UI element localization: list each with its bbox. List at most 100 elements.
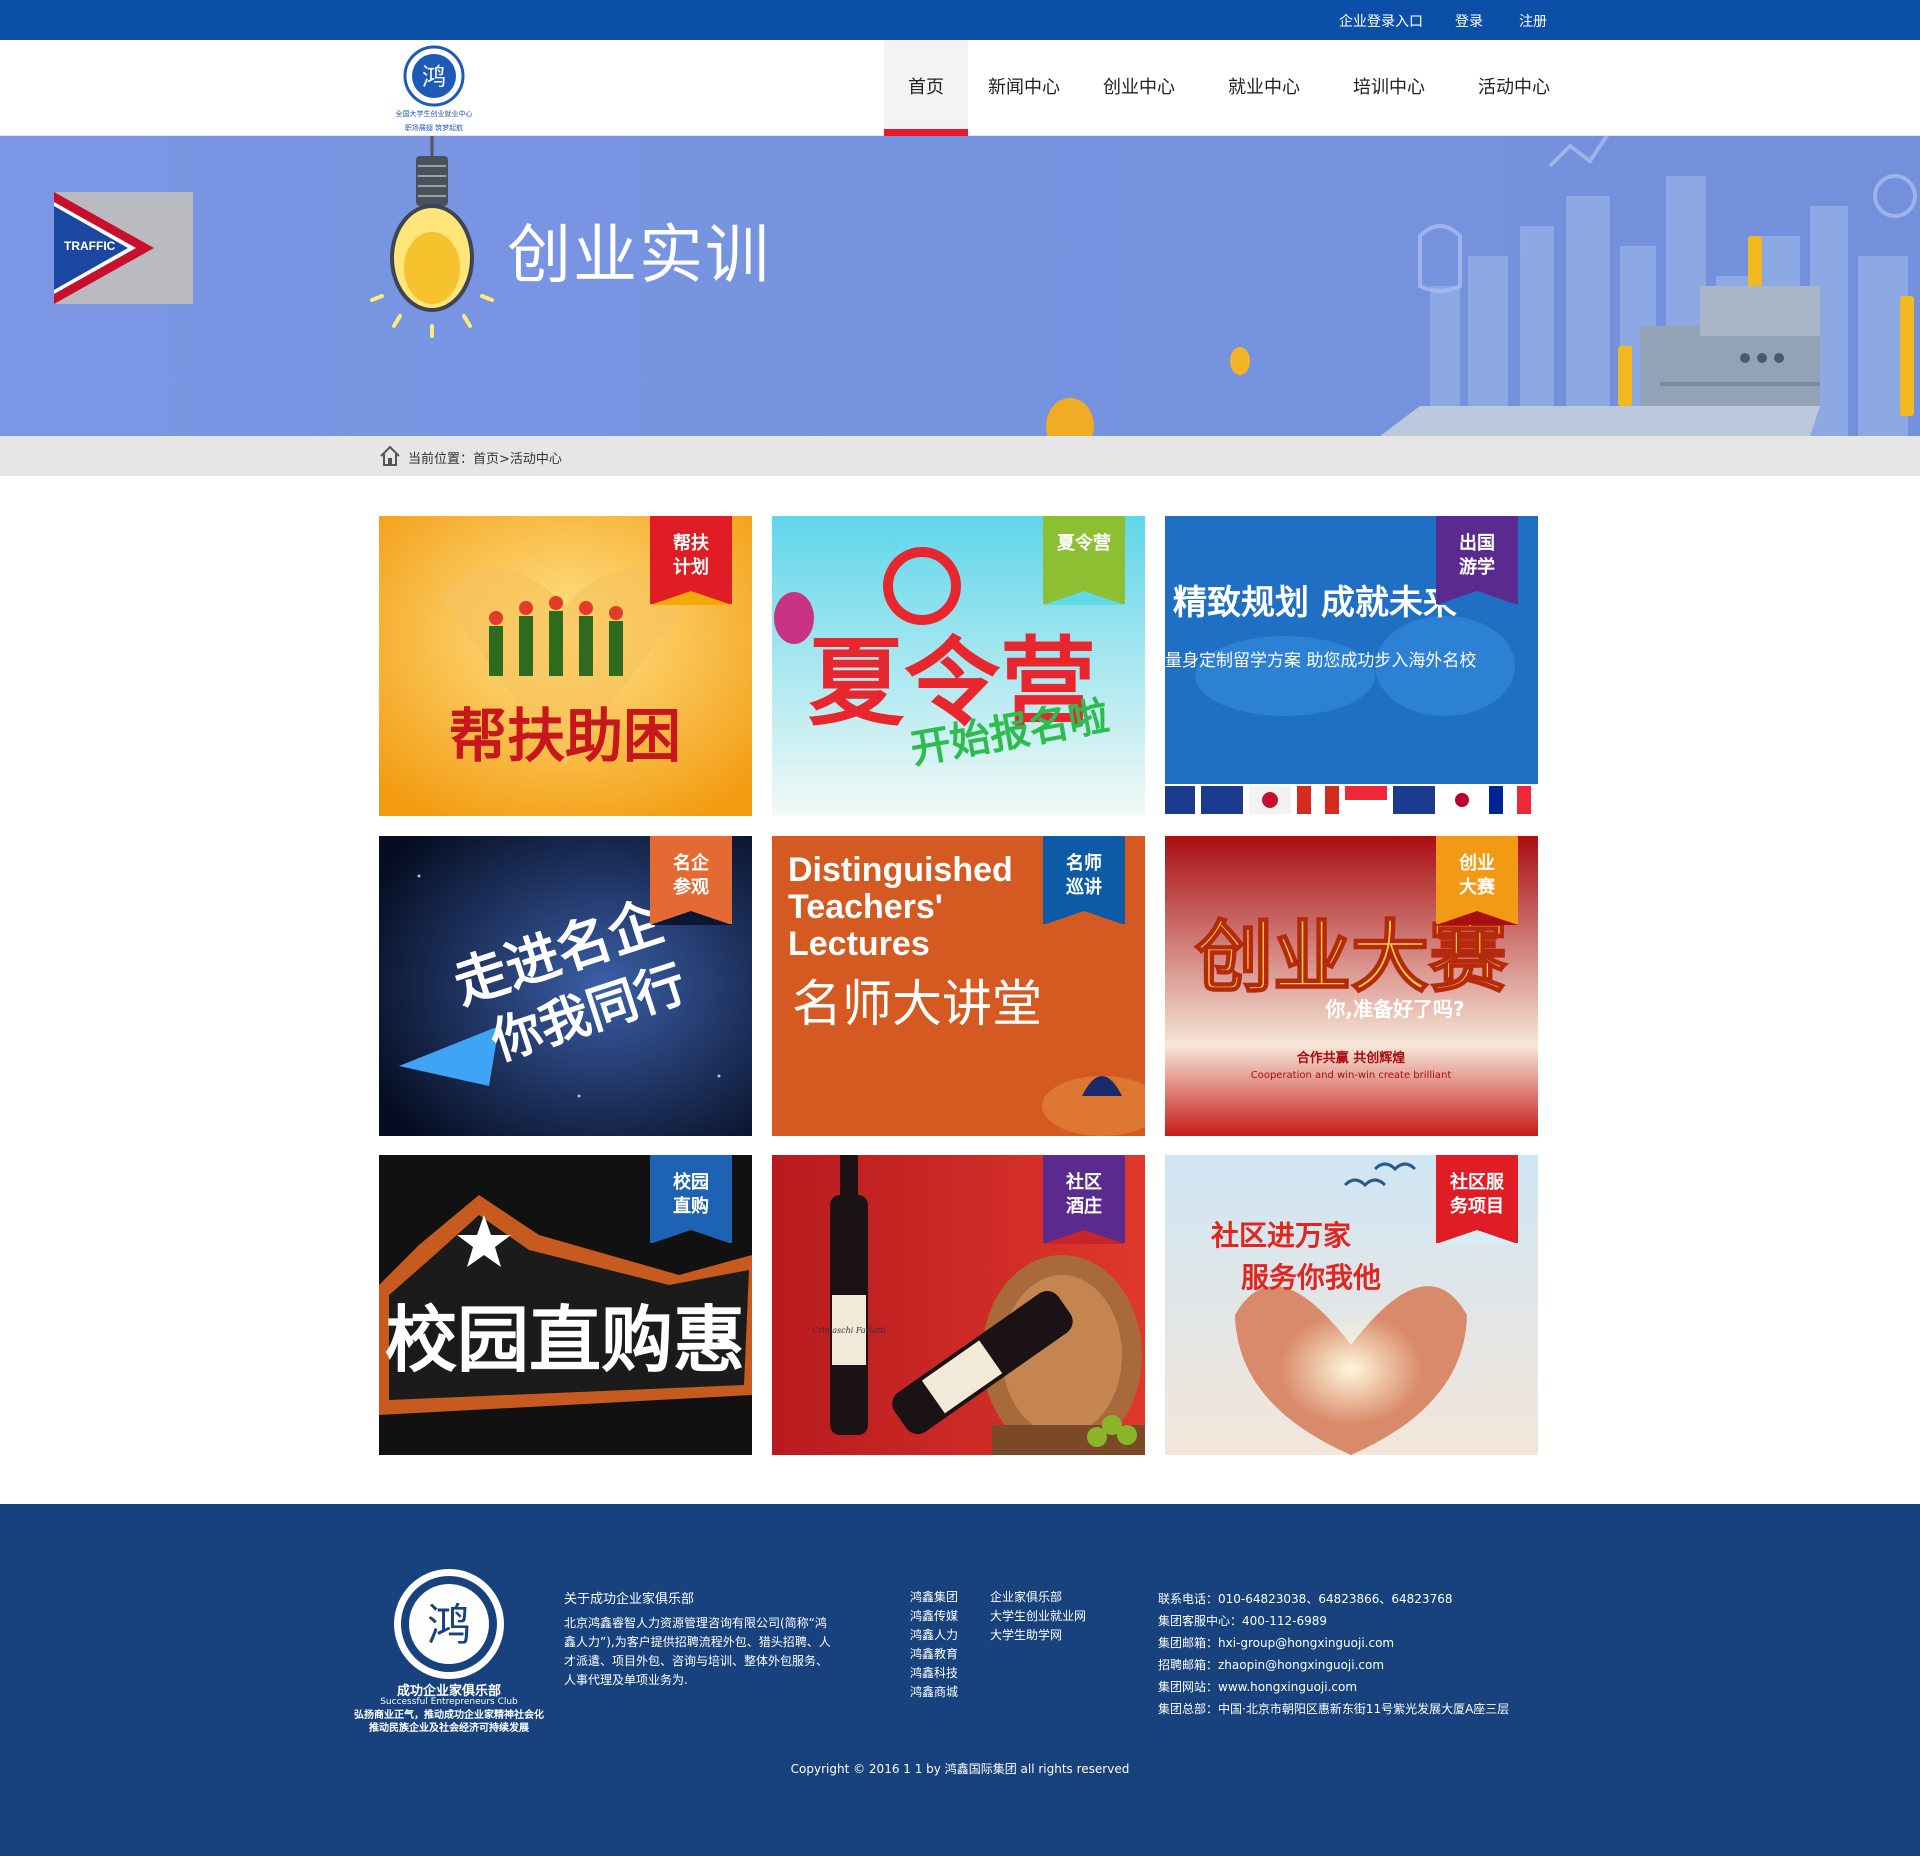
card-community-service[interactable]: 社区进万家 服务你我他 社区服 务项目: [1165, 1155, 1538, 1455]
card-community-service-tag: 社区服 务项目: [1436, 1155, 1518, 1244]
nav-training-label: 培训中心: [1353, 77, 1425, 98]
top-bar: 企业登录入口 登录 注册: [0, 0, 1920, 40]
card-study-abroad[interactable]: 精致规划 成就未来 量身定制留学方案 助您成功步入海外名校 出国 游学: [1165, 516, 1538, 816]
card-campus-purchase-art-text: 校园直购惠: [385, 1298, 745, 1382]
contact-line: 集团总部：中国·北京市朝阳区惠新东街11号紫光发展大厦A座三层: [1158, 1702, 1510, 1716]
card-startup-contest-art-line3: 合作共赢 共创辉煌: [1297, 1050, 1406, 1066]
card-campus-purchase[interactable]: 校园直购惠 校园 直购: [379, 1155, 752, 1455]
footer-link[interactable]: 企业家俱乐部: [990, 1588, 1086, 1607]
card-community-winery-art-text: Crimaschi Farlatti: [812, 1326, 886, 1335]
nav-training[interactable]: 培训中心: [1344, 40, 1434, 136]
contact-line: 集团邮箱：hxi-group@hongxinguoji.com: [1158, 1636, 1395, 1650]
card-company-visit-tag: 名企 参观: [650, 836, 732, 925]
card-tag-line: 社区服: [1450, 1172, 1504, 1193]
nav-news-label: 新闻中心: [988, 77, 1060, 98]
card-teacher-lecture[interactable]: Distinguished Teachers' Lectures 名师大讲堂 名…: [772, 836, 1145, 1136]
logo-slogan: 职场展翅 筑梦起航: [405, 123, 463, 132]
card-tag-line: 名企: [673, 853, 709, 874]
card-tag-line: 务项目: [1450, 1196, 1504, 1217]
about-text: 北京鸿鑫睿智人力资源管理咨询有限公司(简称“鸿鑫人力”),为客户提供招聘流程外包…: [564, 1616, 831, 1687]
footer-link[interactable]: 鸿鑫集团: [910, 1588, 958, 1607]
hero-banner: 创业实训 TRAFFIC: [0, 136, 1920, 436]
card-tag-line: 帮扶: [673, 533, 709, 554]
banner-title: 创业实训: [507, 219, 771, 293]
footer-link[interactable]: 鸿鑫教育: [910, 1645, 958, 1664]
breadcrumb-bar: 当前位置：首页>活动中心: [0, 436, 1920, 476]
nav-home[interactable]: 首页: [884, 40, 968, 136]
footer-link[interactable]: 鸿鑫人力: [910, 1626, 958, 1645]
footer-link[interactable]: 鸿鑫科技: [910, 1664, 958, 1683]
card-startup-contest-art-line4: Cooperation and win-win create brilliant: [1251, 1070, 1452, 1081]
card-assistance-art-text: 帮扶助困: [449, 702, 681, 770]
club-slogan: 弘扬商业正气，推动成功企业家精神社会化 推动民族企业及社会经济可持续发展: [352, 1709, 546, 1735]
card-company-visit[interactable]: 走进名企 你我同行 名企 参观: [379, 836, 752, 1136]
nav-employment-label: 就业中心: [1228, 77, 1300, 98]
footer-link[interactable]: 鸿鑫传媒: [910, 1607, 958, 1626]
card-tag-line: 酒庄: [1066, 1196, 1102, 1217]
footer-link[interactable]: 鸿鑫商城: [910, 1683, 958, 1702]
card-tag-line: 名师: [1066, 853, 1102, 874]
svg-text:鸿: 鸿: [422, 63, 446, 91]
nav-home-label: 首页: [908, 77, 944, 98]
site-footer: 鸿 成功企业家俱乐部 Successful Entrepreneurs Club…: [0, 1504, 1920, 1856]
nav-employment[interactable]: 就业中心: [1218, 40, 1310, 136]
login-link[interactable]: 登录: [1455, 11, 1483, 31]
group-links: 鸿鑫集团 鸿鑫传媒 鸿鑫人力 鸿鑫教育 鸿鑫科技 鸿鑫商城: [910, 1588, 958, 1702]
card-startup-contest[interactable]: 创业大赛 你,准备好了吗? 合作共赢 共创辉煌 Cooperation and …: [1165, 836, 1538, 1136]
card-study-abroad-art-subtext: 量身定制留学方案 助您成功步入海外名校: [1165, 651, 1476, 671]
nav-news[interactable]: 新闻中心: [978, 40, 1070, 136]
svg-text:鸿: 鸿: [427, 1600, 471, 1651]
traffic-label: TRAFFIC: [64, 239, 116, 253]
card-tag-line: 大赛: [1459, 877, 1495, 898]
card-tag-line: 游学: [1459, 557, 1495, 578]
traffic-image[interactable]: TRAFFIC: [54, 192, 193, 304]
footer-link[interactable]: 大学生助学网: [990, 1626, 1086, 1645]
card-summer-camp-tag: 夏令营: [1043, 516, 1125, 605]
card-community-winery[interactable]: Crimaschi Farlatti 社区 酒庄: [772, 1155, 1145, 1455]
logo-org-name: 全国大学生创业就业中心: [396, 109, 473, 118]
contact-line: 集团网站：www.hongxinguoji.com: [1158, 1680, 1358, 1694]
home-icon[interactable]: [378, 444, 402, 468]
card-community-service-art-text: 社区进万家: [1211, 1219, 1351, 1252]
card-tag-line: 夏令营: [1057, 533, 1111, 554]
card-study-abroad-art-text: 精致规划 成就未来: [1173, 583, 1457, 623]
card-startup-contest-tag: 创业 大赛: [1436, 836, 1518, 925]
nav-startup-label: 创业中心: [1103, 77, 1175, 98]
enterprise-login-link[interactable]: 企业登录入口: [1339, 11, 1423, 31]
site-header: 鸿 全国大学生创业就业中心 职场展翅 筑梦起航 首页 新闻中心 创业中心 就业中…: [0, 40, 1920, 136]
club-slogan-line: 推动民族企业及社会经济可持续发展: [369, 1723, 529, 1734]
card-teacher-lecture-art-subtext: 名师大讲堂: [792, 975, 1042, 1033]
club-slogan-line: 弘扬商业正气，推动成功企业家精神社会化: [354, 1710, 544, 1721]
card-tag-line: 巡讲: [1066, 877, 1102, 898]
card-tag-line: 出国: [1459, 533, 1495, 554]
card-tag-line: 直购: [673, 1196, 709, 1217]
nav-startup[interactable]: 创业中心: [1094, 40, 1184, 136]
copyright: Copyright © 2016 1 1 by 鸿鑫国际集团 all right…: [790, 1762, 1130, 1776]
site-logo[interactable]: 鸿 全国大学生创业就业中心 职场展翅 筑梦起航: [378, 44, 490, 136]
card-assistance-tag: 帮扶 计划: [650, 516, 732, 605]
contact-line: 联系电话：010-64823038、64823866、64823768: [1158, 1592, 1453, 1606]
nav-activities[interactable]: 活动中心: [1468, 40, 1560, 136]
card-assistance[interactable]: 帮扶助困 帮扶 计划: [379, 516, 752, 816]
card-community-service-art-subtext: 服务你我他: [1241, 1261, 1381, 1294]
about-title: 关于成功企业家俱乐部: [564, 1592, 695, 1607]
register-link[interactable]: 注册: [1519, 11, 1547, 31]
club-name-en: Successful Entrepreneurs Club: [380, 1697, 518, 1707]
card-tag-line: 计划: [673, 557, 709, 578]
nav-activities-label: 活动中心: [1478, 77, 1550, 98]
card-tag-line: 创业: [1459, 853, 1495, 874]
contact-info: 联系电话：010-64823038、64823866、64823768 集团客服…: [1158, 1588, 1509, 1720]
contact-line: 招聘邮箱：zhaopin@hongxinguoji.com: [1158, 1658, 1385, 1672]
breadcrumb[interactable]: 当前位置：首页>活动中心: [408, 448, 562, 467]
card-startup-contest-art-subtext: 你,准备好了吗?: [1324, 997, 1464, 1021]
contact-line: 集团客服中心：400-112-6989: [1158, 1614, 1328, 1628]
footer-link[interactable]: 大学生创业就业网: [990, 1607, 1086, 1626]
card-teacher-lecture-art-text: Distinguished Teachers' Lectures: [788, 852, 1013, 962]
card-tag-line: 参观: [673, 877, 709, 898]
card-campus-purchase-tag: 校园 直购: [650, 1155, 732, 1244]
card-summer-camp[interactable]: 夏令营 开始报名啦 夏令营: [772, 516, 1145, 816]
card-tag-line: 校园: [673, 1172, 709, 1193]
site-links: 企业家俱乐部 大学生创业就业网 大学生助学网: [990, 1588, 1086, 1645]
card-teacher-lecture-tag: 名师 巡讲: [1043, 836, 1125, 925]
card-community-winery-tag: 社区 酒庄: [1043, 1155, 1125, 1244]
